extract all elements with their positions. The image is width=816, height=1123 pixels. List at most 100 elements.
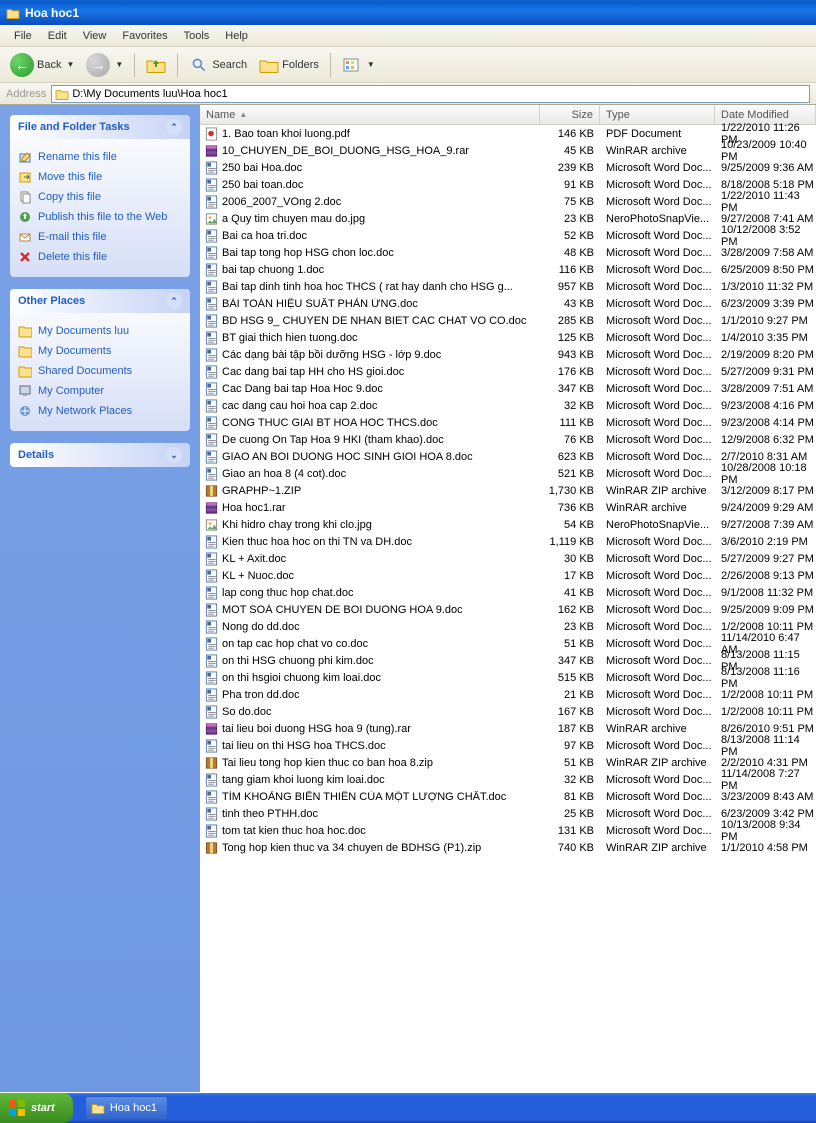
file-date: 5/27/2009 9:31 PM — [715, 366, 816, 378]
chevron-down-icon[interactable]: ▼ — [115, 60, 123, 69]
up-button[interactable] — [142, 55, 170, 75]
file-size: 51 KB — [540, 638, 600, 650]
sidebar-task-item[interactable]: Copy this file — [18, 187, 182, 207]
col-name[interactable]: Name▲ — [200, 105, 540, 124]
file-row[interactable]: Các dạng bài tập bồi dưỡng HSG - lớp 9.d… — [200, 346, 816, 363]
sidebar-task-item[interactable]: Delete this file — [18, 247, 182, 267]
chevron-down-icon[interactable]: ⌄ — [166, 447, 182, 463]
menu-tools[interactable]: Tools — [176, 28, 218, 44]
file-name: Cac dang bai tap HH cho HS gioi.doc — [222, 366, 540, 378]
sidebar-task-item[interactable]: My Network Places — [18, 401, 182, 421]
file-row[interactable]: lap cong thuc hop chat.doc41 KBMicrosoft… — [200, 584, 816, 601]
file-row[interactable]: De cuong On Tap Hoa 9 HKI (tham khao).do… — [200, 431, 816, 448]
doc-file-icon — [204, 654, 219, 668]
sidebar-task-item[interactable]: E-mail this file — [18, 227, 182, 247]
col-size[interactable]: Size — [540, 105, 600, 124]
file-row[interactable]: tai lieu on thi HSG hoa THCS.doc97 KBMic… — [200, 737, 816, 754]
file-row[interactable]: BD HSG 9_ CHUYEN DE NHAN BIET CAC CHAT V… — [200, 312, 816, 329]
panel-header[interactable]: Details ⌄ — [10, 443, 190, 467]
file-type: WinRAR ZIP archive — [600, 757, 715, 769]
file-row[interactable]: Cac dang bai tap HH cho HS gioi.doc176 K… — [200, 363, 816, 380]
chevron-down-icon[interactable]: ▼ — [66, 60, 74, 69]
folder-icon — [18, 344, 32, 358]
file-row[interactable]: Bai ca hoa tri.doc52 KBMicrosoft Word Do… — [200, 227, 816, 244]
back-button[interactable]: ← Back ▼ — [6, 51, 78, 79]
start-button[interactable]: start — [0, 1093, 73, 1123]
file-row[interactable]: GRAPHP~1.ZIP1,730 KBWinRAR ZIP archive3/… — [200, 482, 816, 499]
panel-header[interactable]: File and Folder Tasks ⌃ — [10, 115, 190, 139]
file-row[interactable]: tang giam khoi luong kim loai.doc32 KBMi… — [200, 771, 816, 788]
file-type: Microsoft Word Doc... — [600, 553, 715, 565]
file-row[interactable]: Bai tap tong hop HSG chon loc.doc48 KBMi… — [200, 244, 816, 261]
file-row[interactable]: KL + Nuoc.doc17 KBMicrosoft Word Doc...2… — [200, 567, 816, 584]
file-type: Microsoft Word Doc... — [600, 536, 715, 548]
file-row[interactable]: on thi hsgioi chuong kim loai.doc515 KBM… — [200, 669, 816, 686]
file-row[interactable]: tom tat kien thuc hoa hoc.doc131 KBMicro… — [200, 822, 816, 839]
file-size: 97 KB — [540, 740, 600, 752]
file-row[interactable]: BÀI TOÁN HIỆU SUẤT PHẢN ỨNG.doc43 KBMicr… — [200, 295, 816, 312]
file-row[interactable]: Tong hop kien thuc va 34 chuyen de BDHSG… — [200, 839, 816, 856]
file-row[interactable]: So do.doc167 KBMicrosoft Word Doc...1/2/… — [200, 703, 816, 720]
doc-file-icon — [204, 773, 219, 787]
views-button[interactable]: ▼ — [338, 55, 379, 75]
sidebar-task-item[interactable]: My Computer — [18, 381, 182, 401]
other-places-panel: Other Places ⌃ My Documents luuMy Docume… — [10, 289, 190, 431]
chevron-up-icon[interactable]: ⌃ — [166, 119, 182, 135]
file-row[interactable]: KL + Axit.doc30 KBMicrosoft Word Doc...5… — [200, 550, 816, 567]
file-size: 176 KB — [540, 366, 600, 378]
file-row[interactable]: Bai tap dinh tinh hoa hoc THCS ( rat hay… — [200, 278, 816, 295]
file-row[interactable]: bai tap chuong 1.doc116 KBMicrosoft Word… — [200, 261, 816, 278]
file-name: 250 bai toan.doc — [222, 179, 540, 191]
file-row[interactable]: BT giai thich hien tuong.doc125 KBMicros… — [200, 329, 816, 346]
file-name: Bai tap tong hop HSG chon loc.doc — [222, 247, 540, 259]
file-row[interactable]: CONG THUC GIAI BT HOA HOC THCS.doc111 KB… — [200, 414, 816, 431]
chevron-up-icon[interactable]: ⌃ — [166, 293, 182, 309]
file-size: 51 KB — [540, 757, 600, 769]
menu-view[interactable]: View — [75, 28, 115, 44]
file-type: Microsoft Word Doc... — [600, 434, 715, 446]
menu-file[interactable]: File — [6, 28, 40, 44]
file-row[interactable]: Giao an hoa 8 (4 cot).doc521 KBMicrosoft… — [200, 465, 816, 482]
file-row[interactable]: MOT SOÁ CHUYEN DE BOI DUONG HOA 9.doc162… — [200, 601, 816, 618]
col-type[interactable]: Type — [600, 105, 715, 124]
sidebar-task-item[interactable]: Shared Documents — [18, 361, 182, 381]
file-row[interactable]: 10_CHUYEN_DE_BOI_DUONG_HSG_HOA_9.rar45 K… — [200, 142, 816, 159]
file-row[interactable]: Kien thuc hoa hoc on thi TN va DH.doc1,1… — [200, 533, 816, 550]
file-row[interactable]: Cac Dang bai tap Hoa Hoc 9.doc347 KBMicr… — [200, 380, 816, 397]
sidebar-task-item[interactable]: Rename this file — [18, 147, 182, 167]
folders-button[interactable]: Folders — [255, 55, 323, 75]
search-button[interactable]: Search — [185, 55, 251, 75]
menu-favorites[interactable]: Favorites — [114, 28, 175, 44]
sidebar-task-item[interactable]: My Documents — [18, 341, 182, 361]
doc-file-icon — [204, 433, 219, 447]
sidebar-task-item[interactable]: My Documents luu — [18, 321, 182, 341]
file-row[interactable]: Pha tron dd.doc21 KBMicrosoft Word Doc..… — [200, 686, 816, 703]
menu-help[interactable]: Help — [217, 28, 256, 44]
menu-edit[interactable]: Edit — [40, 28, 75, 44]
panel-header[interactable]: Other Places ⌃ — [10, 289, 190, 313]
taskbar[interactable]: start Hoa hoc1 — [0, 1093, 816, 1123]
file-date: 3/28/2009 7:51 AM — [715, 383, 816, 395]
sidebar-task-item[interactable]: Move this file — [18, 167, 182, 187]
file-row[interactable]: TÌM KHOẢNG BIẾN THIÊN CỦA MỘT LƯỢNG CHẤT… — [200, 788, 816, 805]
file-date: 3/28/2009 7:58 AM — [715, 247, 816, 259]
file-type: Microsoft Word Doc... — [600, 791, 715, 803]
title-bar[interactable]: Hoa hoc1 — [0, 0, 816, 25]
file-row[interactable]: Khi hidro chay trong khi clo.jpg54 KBNer… — [200, 516, 816, 533]
address-input[interactable]: D:\My Documents luu\Hoa hoc1 — [51, 85, 810, 103]
file-row[interactable]: 250 bai Hoa.doc239 KBMicrosoft Word Doc.… — [200, 159, 816, 176]
forward-button[interactable]: → ▼ — [82, 51, 127, 79]
file-row[interactable]: cac dang cau hoi hoa cap 2.doc32 KBMicro… — [200, 397, 816, 414]
zip-file-icon — [204, 484, 219, 498]
folder-icon — [18, 364, 32, 378]
file-name: Kien thuc hoa hoc on thi TN va DH.doc — [222, 536, 540, 548]
sidebar-task-item[interactable]: Publish this file to the Web — [18, 207, 182, 227]
file-type: Microsoft Word Doc... — [600, 332, 715, 344]
taskbar-item[interactable]: Hoa hoc1 — [85, 1096, 168, 1120]
file-row[interactable]: Hoa hoc1.rar736 KBWinRAR archive9/24/200… — [200, 499, 816, 516]
file-type: Microsoft Word Doc... — [600, 162, 715, 174]
zip-file-icon — [204, 756, 219, 770]
chevron-down-icon[interactable]: ▼ — [367, 60, 375, 69]
file-row[interactable]: 2006_2007_VOng 2.doc75 KBMicrosoft Word … — [200, 193, 816, 210]
file-date: 10/13/2008 9:34 PM — [715, 819, 816, 843]
